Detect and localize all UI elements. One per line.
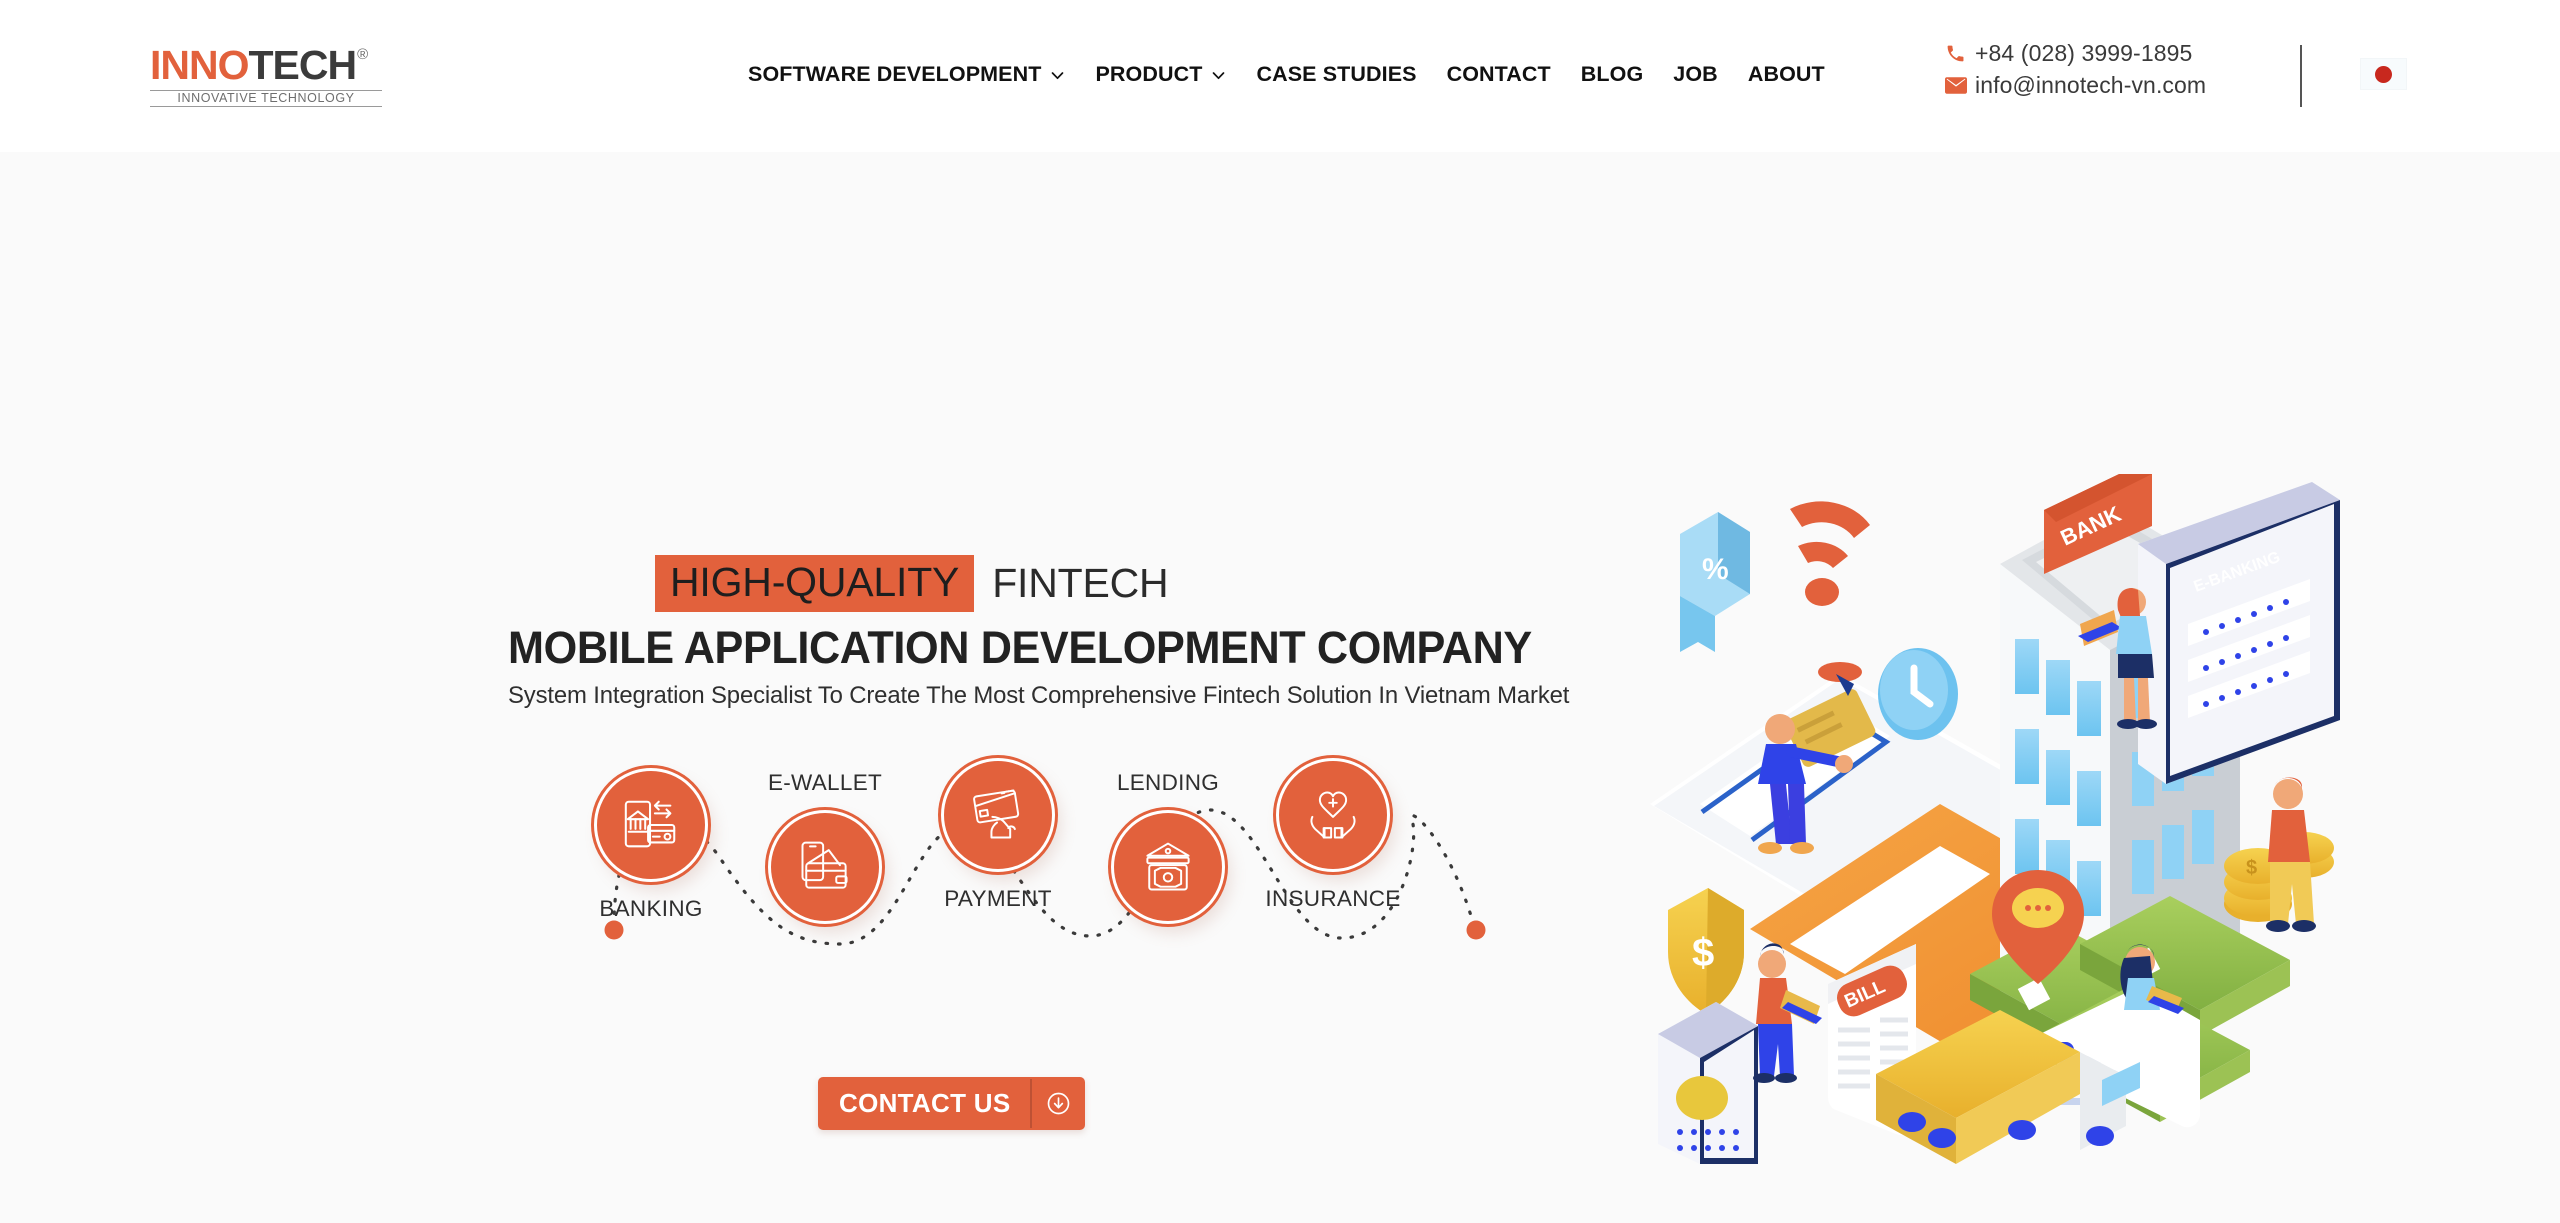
hero-subheading: System Integration Specialist To Create …: [508, 682, 1570, 709]
banking-icon[interactable]: [594, 768, 708, 882]
person-coins: [2266, 777, 2316, 932]
logo-tech-text: TECH: [248, 42, 358, 89]
hero-services: BANKING E-WALLET PAYMENT LENDING INSURAN…: [594, 748, 1490, 988]
path-endpoint-dot: [604, 920, 624, 940]
logo-tagline: INNOVATIVE TECHNOLOGY: [150, 90, 382, 107]
phone-icon: [1945, 43, 1975, 64]
header-divider: [2300, 45, 2302, 107]
service-label: BANKING: [599, 896, 703, 921]
service-payment[interactable]: PAYMENT: [925, 758, 1071, 912]
registered-mark-icon: ®: [357, 46, 369, 64]
service-banking[interactable]: BANKING: [578, 768, 724, 922]
envelope-icon: [1945, 77, 1975, 94]
service-label: E-WALLET: [767, 770, 883, 795]
chevron-down-icon: [1050, 68, 1065, 83]
header-contact-info: +84 (028) 3999-1895 info@innotech-vn.com: [1945, 40, 2206, 99]
service-label: LENDING: [1116, 770, 1220, 795]
service-lending[interactable]: LENDING: [1095, 770, 1241, 924]
hero-eyebrow: HIGH-QUALITY FINTECH: [655, 555, 1169, 612]
email-row[interactable]: info@innotech-vn.com: [1945, 72, 2206, 99]
nav-item-software-development[interactable]: SOFTWARE DEVELOPMENT: [748, 62, 1065, 87]
language-selector-japan[interactable]: [2360, 58, 2407, 90]
japan-flag-icon: [2375, 65, 2392, 83]
svg-text:$: $: [1692, 931, 1714, 975]
clock-icon: [1878, 648, 1958, 740]
nav-item-case-studies[interactable]: CASE STUDIES: [1256, 62, 1416, 87]
svg-text:%: %: [1702, 553, 1729, 586]
main-navigation: SOFTWARE DEVELOPMENT PRODUCT CASE STUDIE…: [748, 62, 1825, 87]
nav-item-job[interactable]: JOB: [1673, 62, 1718, 87]
email-address: info@innotech-vn.com: [1975, 72, 2207, 98]
nav-item-contact[interactable]: CONTACT: [1447, 62, 1551, 87]
shield-dollar-icon: $: [1668, 888, 1744, 1014]
service-ewallet[interactable]: E-WALLET: [752, 770, 898, 924]
hero-eyebrow-rest: FINTECH: [992, 560, 1169, 606]
service-label: INSURANCE: [1265, 886, 1401, 911]
wifi-icon: [1790, 501, 1870, 606]
lending-icon[interactable]: [1111, 810, 1225, 924]
nav-item-product[interactable]: PRODUCT: [1095, 62, 1226, 87]
svg-text:$: $: [2246, 857, 2257, 879]
service-insurance[interactable]: INSURANCE: [1260, 758, 1406, 912]
phone-row[interactable]: +84 (028) 3999-1895: [1945, 40, 2206, 67]
percent-arrow-icon: %: [1680, 512, 1750, 652]
nav-item-about[interactable]: ABOUT: [1748, 62, 1825, 87]
ebanking-phone-small: [1658, 1002, 1758, 1164]
cta-label: CONTACT US: [839, 1088, 1011, 1118]
wallet-icon[interactable]: [768, 810, 882, 924]
logo-inno-text: INNO: [150, 42, 249, 89]
nav-label: SOFTWARE DEVELOPMENT: [748, 62, 1042, 86]
chevron-down-icon: [1211, 68, 1226, 83]
hero-eyebrow-highlight: HIGH-QUALITY: [655, 555, 975, 612]
service-label: PAYMENT: [944, 886, 1052, 911]
nav-label: PRODUCT: [1095, 62, 1203, 86]
site-logo[interactable]: INNO TECH ® INNOVATIVE TECHNOLOGY: [150, 45, 382, 107]
path-endpoint-dot: [1466, 920, 1486, 940]
contact-us-button[interactable]: CONTACT US: [818, 1077, 1085, 1130]
payment-icon[interactable]: [941, 758, 1055, 872]
insurance-icon[interactable]: [1276, 758, 1390, 872]
arrow-down-circle-icon: [1032, 1077, 1085, 1130]
site-header: INNO TECH ® INNOVATIVE TECHNOLOGY SOFTWA…: [0, 0, 2560, 152]
phone-number: +84 (028) 3999-1895: [1975, 40, 2193, 66]
nav-item-blog[interactable]: BLOG: [1581, 62, 1644, 87]
logo-wordmark: INNO TECH ®: [150, 45, 368, 86]
hero-illustration: % BANK E-BANKING $ $ BILL: [1640, 464, 2360, 1164]
hero-section: HIGH-QUALITY FINTECH MOBILE APPLICATION …: [0, 152, 2560, 1223]
hero-headline: MOBILE APPLICATION DEVELOPMENT COMPANY: [508, 622, 1532, 673]
